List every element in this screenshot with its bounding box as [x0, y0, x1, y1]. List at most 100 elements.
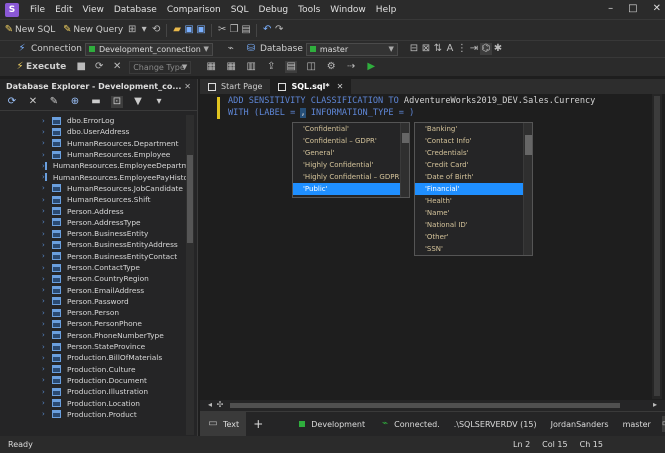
new-connection-icon[interactable]: ⊕ — [69, 96, 81, 108]
tree-item[interactable]: › Person.AddressType — [0, 217, 186, 228]
tree-item[interactable]: › HumanResources.EmployeePayHistor — [0, 171, 186, 182]
tree-item[interactable]: › Person.BusinessEntity — [0, 228, 186, 239]
save-icon[interactable]: ▣ — [183, 24, 195, 36]
menu-file[interactable]: File — [25, 5, 50, 15]
tree-item[interactable]: › Person.Password — [0, 296, 186, 307]
menu-debug[interactable]: Debug — [254, 5, 294, 15]
tree-item[interactable]: › Person.CountryRegion — [0, 273, 186, 284]
debug-icon[interactable]: ⚙ — [325, 61, 337, 73]
tree-item[interactable]: › dbo.UserAddress — [0, 126, 186, 137]
menu-tools[interactable]: Tools — [293, 5, 325, 15]
new-document-icon[interactable]: ⊞ — [126, 24, 138, 36]
connection-select[interactable]: Development_connection ▼ — [84, 42, 213, 56]
completion-item[interactable]: 'Banking' — [415, 123, 532, 135]
scroll-thumb[interactable] — [187, 155, 193, 243]
tools-icon[interactable]: ✱ — [492, 43, 504, 55]
export-icon[interactable]: ⇪ — [265, 61, 277, 73]
completion-item[interactable]: 'Date of Birth' — [415, 171, 532, 183]
menu-database[interactable]: Database — [109, 5, 162, 15]
completion-item[interactable]: 'Confidential – GDPR' — [293, 135, 409, 147]
step-icon[interactable]: ⇢ — [345, 61, 357, 73]
chevron-right-icon[interactable]: › — [42, 376, 52, 384]
filter-icon[interactable]: ⊡ — [111, 95, 123, 108]
chevron-right-icon[interactable]: › — [42, 399, 52, 407]
tree-item[interactable]: › Person.PhoneNumberType — [0, 330, 186, 341]
menu-sql[interactable]: SQL — [226, 5, 254, 15]
chevron-right-icon[interactable]: › — [42, 264, 52, 272]
tree-item[interactable]: › Person.BusinessEntityAddress — [0, 239, 186, 250]
open-folder-icon[interactable]: ▰ — [171, 24, 183, 36]
label-completion-popup[interactable]: 'Confidential' 'Confidential – GDPR' 'Gene… — [292, 122, 410, 198]
completion-item[interactable]: 'General' — [293, 147, 409, 159]
undo-icon[interactable]: ↶ — [261, 24, 273, 36]
chart-icon[interactable]: ▥ — [245, 61, 257, 73]
completion-item[interactable]: 'National ID' — [415, 219, 532, 231]
grid-icon[interactable]: ▦ — [225, 61, 237, 73]
completion-item[interactable]: 'Health' — [415, 195, 532, 207]
layout-icon[interactable]: ▤ — [285, 61, 298, 73]
new-sql-button[interactable]: ✎ New SQL — [3, 24, 56, 37]
close-tab-icon[interactable]: ✕ — [337, 82, 344, 91]
menu-comparison[interactable]: Comparison — [162, 5, 226, 15]
chevron-right-icon[interactable]: › — [42, 410, 52, 418]
completion-item[interactable]: 'Financial' — [415, 183, 532, 195]
recent-icon[interactable]: ▾ — [138, 24, 150, 36]
tree-item[interactable]: › Production.Product — [0, 409, 186, 420]
disconnect-icon[interactable]: ✕ — [27, 96, 39, 108]
chevron-right-icon[interactable]: › — [42, 354, 52, 362]
tree-item[interactable]: › Person.Address — [0, 205, 186, 216]
chevron-right-icon[interactable]: › — [42, 139, 52, 147]
scroll-thumb[interactable] — [230, 403, 620, 408]
completion-item[interactable]: 'Credit Card' — [415, 159, 532, 171]
tree-item[interactable]: › Person.PersonPhone — [0, 318, 186, 329]
run-icon[interactable]: ▶ — [365, 61, 377, 73]
chevron-right-icon[interactable]: › — [42, 117, 52, 125]
indent-icon[interactable]: ⇥ — [468, 43, 480, 55]
explorer-scrollbar[interactable] — [186, 115, 194, 435]
chevron-right-icon[interactable]: › — [42, 388, 52, 396]
tree-item[interactable]: › HumanResources.Employee — [0, 149, 186, 160]
change-type-select[interactable]: Change Type ▼ — [129, 60, 192, 74]
chevron-right-icon[interactable]: › — [42, 275, 52, 283]
completion-item[interactable]: 'Public' — [293, 183, 409, 195]
copy-icon[interactable]: ❐ — [228, 24, 240, 36]
execute-button[interactable]: ⚡ Execute — [14, 61, 66, 74]
chevron-right-icon[interactable]: › — [42, 343, 52, 351]
stop-icon[interactable]: ■ — [75, 61, 87, 73]
completion-item[interactable]: 'Credentials' — [415, 147, 532, 159]
scroll-right-icon[interactable]: ▸ — [649, 399, 661, 411]
paste-icon[interactable]: ▤ — [240, 24, 252, 36]
tree-item[interactable]: › HumanResources.JobCandidate — [0, 183, 186, 194]
chevron-right-icon[interactable]: › — [42, 207, 52, 215]
completion-item[interactable]: 'Highly Confidential' — [293, 159, 409, 171]
scroll-thumb[interactable] — [525, 135, 532, 155]
delete-icon[interactable]: ▬ — [90, 96, 102, 108]
chevron-right-icon[interactable]: › — [42, 309, 52, 317]
completion-item[interactable]: 'Other' — [415, 231, 532, 243]
chevron-right-icon[interactable]: › — [42, 331, 52, 339]
chevron-right-icon[interactable]: › — [42, 151, 52, 159]
chevron-right-icon[interactable]: › — [42, 196, 52, 204]
scroll-thumb[interactable] — [402, 133, 409, 143]
minimize-button[interactable]: – — [608, 3, 613, 14]
tab-sql[interactable]: SQL.sql* ✕ — [270, 79, 352, 94]
redo-icon[interactable]: ↷ — [273, 24, 285, 36]
chevron-right-icon[interactable]: › — [42, 184, 52, 192]
new-query-button[interactable]: ✎ New Query — [61, 24, 123, 37]
chevron-right-icon[interactable]: › — [42, 252, 52, 260]
filter-edit-icon[interactable]: ✎ — [48, 96, 60, 108]
menu-edit[interactable]: Edit — [50, 5, 77, 15]
tree-item[interactable]: › HumanResources.Department — [0, 138, 186, 149]
tree-item[interactable]: › Production.Location — [0, 397, 186, 408]
popup-scrollbar[interactable] — [400, 123, 409, 197]
tree-item[interactable]: › Person.ContactType — [0, 262, 186, 273]
case-icon[interactable]: A — [444, 43, 456, 55]
chevron-right-icon[interactable]: › — [42, 286, 52, 294]
text-view-button[interactable]: ▭ Text — [200, 411, 247, 437]
cancel-icon[interactable]: ✕ — [111, 61, 123, 73]
tab-start-page[interactable]: Start Page — [200, 79, 270, 94]
chevron-right-icon[interactable]: › — [42, 218, 52, 226]
tree-item[interactable]: › Person.StateProvince — [0, 341, 186, 352]
more-icon[interactable]: ▾ — [153, 96, 165, 108]
refresh-icon[interactable]: ⟳ — [93, 61, 105, 73]
